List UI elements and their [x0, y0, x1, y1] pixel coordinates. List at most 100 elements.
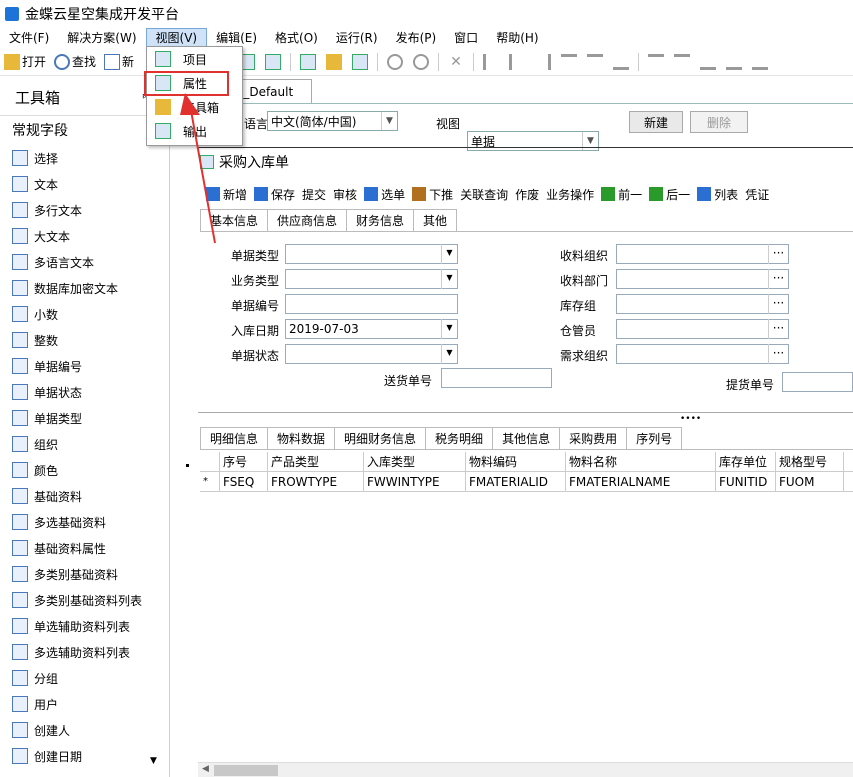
align-bottom-icon[interactable]: [700, 54, 717, 70]
toolbox-item[interactable]: 单据编号: [0, 353, 169, 379]
delete-view-button[interactable]: 删除: [690, 111, 748, 133]
detail-tab[interactable]: 明细信息: [200, 427, 269, 449]
menu-publish[interactable]: 发布(P): [387, 28, 446, 48]
align-right-icon[interactable]: [535, 53, 552, 70]
toolbox-item[interactable]: 单据状态: [0, 379, 169, 405]
grid-header-cell[interactable]: 物料名称: [566, 452, 716, 471]
grid-header-cell[interactable]: 规格型号: [776, 452, 844, 471]
form-toolbar-button[interactable]: 下推: [412, 186, 453, 203]
form2-icon[interactable]: [265, 53, 282, 70]
toolbox-item[interactable]: 多选基础资料: [0, 509, 169, 535]
form-toolbar-button[interactable]: 前一: [601, 186, 642, 203]
open-button[interactable]: 打开: [0, 50, 50, 74]
toolbox-item[interactable]: 小数: [0, 301, 169, 327]
field-input[interactable]: [285, 294, 458, 314]
detail-tab[interactable]: 序列号: [626, 427, 683, 449]
ellipsis-icon[interactable]: ···: [768, 269, 788, 289]
toolbox-item[interactable]: 创建人: [0, 717, 169, 743]
view-select[interactable]: 单据 ▼: [467, 131, 599, 151]
toolbox-item[interactable]: 组织: [0, 431, 169, 457]
grid-cell[interactable]: FMATERIALNAME: [566, 472, 716, 491]
grid-header-cell[interactable]: 物料编码: [466, 452, 566, 471]
space-h-icon[interactable]: [613, 54, 630, 70]
new-button[interactable]: 新: [100, 50, 138, 74]
find-button[interactable]: 查找: [50, 50, 100, 74]
pickup-input[interactable]: [782, 372, 853, 392]
form-toolbar-button[interactable]: 作废: [515, 186, 539, 203]
align-center-icon[interactable]: [509, 53, 525, 70]
distribute-h-icon[interactable]: [561, 53, 578, 70]
delete-icon[interactable]: ✕: [448, 54, 464, 70]
form-toolbar-button[interactable]: 列表: [697, 186, 738, 203]
redo-icon[interactable]: [413, 53, 430, 70]
lookup-input[interactable]: ···: [616, 344, 789, 364]
detail-tab[interactable]: 明细财务信息: [334, 427, 427, 449]
form-tab[interactable]: 财务信息: [346, 209, 415, 231]
grid-header-cell[interactable]: 序号: [220, 452, 268, 471]
toolbox-item[interactable]: 选择: [0, 145, 169, 171]
form-toolbar-button[interactable]: 关联查询: [460, 186, 508, 203]
toolbox-category[interactable]: 常规字段: [0, 115, 169, 145]
ellipsis-icon[interactable]: ···: [768, 319, 788, 339]
form-toolbar-button[interactable]: 凭证: [745, 186, 769, 203]
toolbox-item[interactable]: 多类别基础资料列表: [0, 587, 169, 613]
form-toolbar-button[interactable]: 选单: [364, 186, 405, 203]
toolbox-item[interactable]: 文本: [0, 171, 169, 197]
toolbox-item[interactable]: 单据类型: [0, 405, 169, 431]
new-view-button[interactable]: 新建: [629, 111, 683, 133]
toolbox-item[interactable]: 整数: [0, 327, 169, 353]
grid-header-cell[interactable]: 库存单位: [716, 452, 776, 471]
tools-icon[interactable]: [326, 53, 343, 70]
menu-solution[interactable]: 解决方案(W): [58, 28, 145, 48]
ellipsis-icon[interactable]: ···: [768, 294, 788, 314]
distribute-icon[interactable]: [726, 54, 743, 70]
toolbox-item[interactable]: 多类别基础资料: [0, 561, 169, 587]
menu-file[interactable]: 文件(F): [0, 28, 58, 48]
form-toolbar-button[interactable]: 审核: [333, 186, 357, 203]
lookup-input[interactable]: ···: [616, 294, 789, 314]
form-tab[interactable]: 其他: [413, 209, 458, 231]
toolbox-item[interactable]: 用户: [0, 691, 169, 717]
form3-icon[interactable]: [300, 53, 317, 70]
align-middle-icon[interactable]: [674, 53, 691, 70]
toolbox-item[interactable]: 创建日期: [0, 743, 169, 769]
align-left-icon[interactable]: [483, 53, 499, 70]
toolbox-item[interactable]: 大文本: [0, 223, 169, 249]
grid-cell[interactable]: FUOM: [776, 472, 844, 491]
menu-help[interactable]: 帮助(H): [487, 28, 547, 48]
form-toolbar-button[interactable]: 提交: [302, 186, 326, 203]
detail-tab[interactable]: 物料数据: [267, 427, 336, 449]
menu-format[interactable]: 格式(O): [266, 28, 327, 48]
menu-item-project[interactable]: 项目: [147, 47, 242, 71]
undo-icon[interactable]: [387, 53, 404, 70]
export-icon[interactable]: [352, 53, 369, 70]
align-top-icon[interactable]: [648, 53, 665, 70]
grid-header-cell[interactable]: 产品类型: [268, 452, 364, 471]
field-input[interactable]: 2019-07-03 ▼: [285, 319, 458, 339]
space-v-icon[interactable]: [752, 54, 769, 70]
scroll-left-icon[interactable]: ◀: [202, 764, 209, 774]
ellipsis-icon[interactable]: ···: [768, 344, 788, 364]
toolbox-item[interactable]: 基础资料属性: [0, 535, 169, 561]
grid-cell[interactable]: FROWTYPE: [268, 472, 364, 491]
grid-cell[interactable]: FUNITID: [716, 472, 776, 491]
grid-cell[interactable]: FWWINTYPE: [364, 472, 466, 491]
grid-cell[interactable]: FMATERIALID: [466, 472, 566, 491]
form-toolbar-button[interactable]: 保存: [254, 186, 295, 203]
menu-edit[interactable]: 编辑(E): [207, 28, 266, 48]
menu-run[interactable]: 运行(R): [327, 28, 387, 48]
field-input[interactable]: ▼: [285, 244, 458, 264]
grid-cell[interactable]: FSEQ: [220, 472, 268, 491]
toolbox-item[interactable]: 分组: [0, 665, 169, 691]
ellipsis-icon[interactable]: ···: [768, 244, 788, 264]
form-toolbar-button[interactable]: 业务操作: [546, 186, 594, 203]
grid-header-cell[interactable]: 入库类型: [364, 452, 466, 471]
toolbox-item[interactable]: 多选辅助资料列表: [0, 639, 169, 665]
splitter[interactable]: [198, 412, 853, 413]
toolbox-item[interactable]: 基础资料: [0, 483, 169, 509]
lookup-input[interactable]: ···: [616, 244, 789, 264]
scroll-down-icon[interactable]: ▼: [150, 756, 157, 766]
lookup-input[interactable]: ···: [616, 319, 789, 339]
distribute-v-icon[interactable]: [587, 53, 604, 70]
scroll-thumb[interactable]: [214, 765, 278, 776]
